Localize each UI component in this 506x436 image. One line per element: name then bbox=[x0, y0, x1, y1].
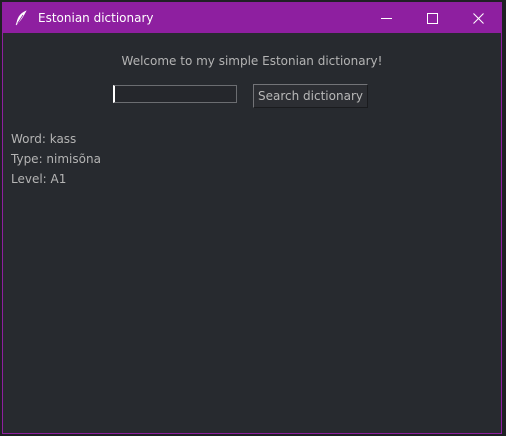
feather-icon bbox=[12, 9, 30, 27]
app-window: Estonian dictionary Welcome to my simple… bbox=[2, 2, 502, 434]
search-dictionary-button[interactable]: Search dictionary bbox=[253, 84, 368, 108]
word-label: Word: kass bbox=[11, 132, 77, 146]
maximize-button[interactable] bbox=[409, 3, 455, 33]
type-label: Type: nimisõna bbox=[11, 152, 101, 166]
close-button[interactable] bbox=[455, 3, 501, 33]
minimize-button[interactable] bbox=[363, 3, 409, 33]
welcome-label: Welcome to my simple Estonian dictionary… bbox=[121, 54, 383, 68]
level-label: Level: A1 bbox=[11, 172, 67, 186]
maximize-icon bbox=[426, 9, 438, 28]
search-input[interactable] bbox=[113, 85, 237, 103]
close-icon bbox=[472, 9, 484, 28]
minimize-icon bbox=[380, 9, 392, 28]
title-bar[interactable]: Estonian dictionary bbox=[3, 3, 501, 33]
main-content: Welcome to my simple Estonian dictionary… bbox=[3, 33, 501, 433]
window-title: Estonian dictionary bbox=[38, 11, 154, 25]
window-controls bbox=[363, 3, 501, 33]
